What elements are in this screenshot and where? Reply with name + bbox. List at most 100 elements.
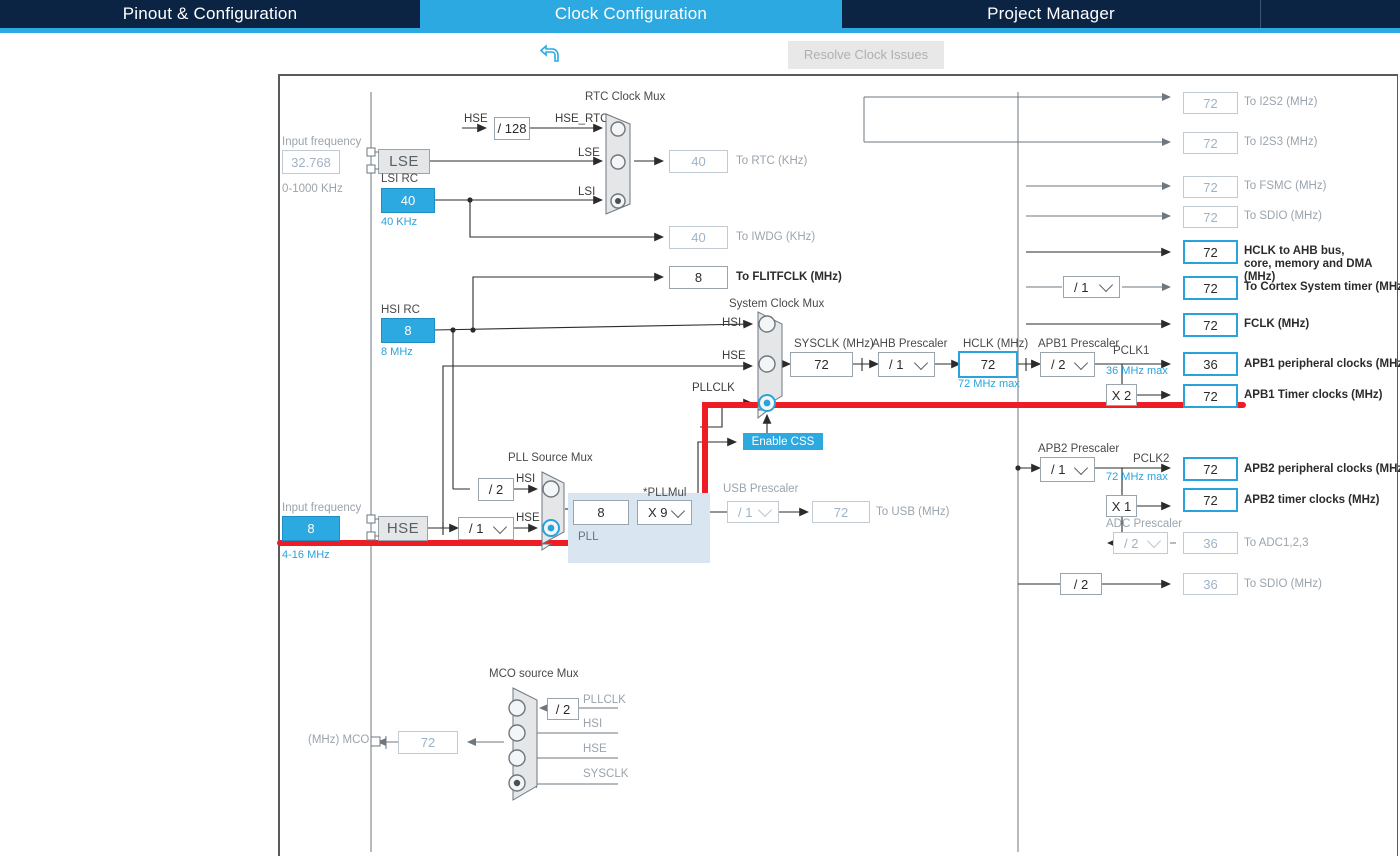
- ahb-prescaler-label: AHB Prescaler: [872, 338, 948, 350]
- hse-rtc-divider: / 128: [494, 117, 530, 140]
- pll-mux-hsi-label: HSI: [516, 473, 536, 485]
- to-usb-label: To USB (MHz): [876, 506, 950, 518]
- tab-bar-filler: [1260, 0, 1400, 28]
- sysclk-mux-pllclk-label: PLLCLK: [692, 382, 735, 394]
- lsi-rc-title: LSI RC: [381, 173, 419, 185]
- apb2-prescaler-value: / 1: [1051, 462, 1066, 477]
- tab-project-manager[interactable]: Project Manager: [842, 0, 1260, 28]
- apb1-timer-clocks-value: 72: [1183, 384, 1238, 408]
- apb1-prescaler-value: / 2: [1051, 357, 1066, 372]
- chevron-down-icon: [757, 502, 773, 518]
- rtc-clock-mux-title: RTC Clock Mux: [585, 91, 666, 103]
- apb2-peripheral-clocks-label: APB2 peripheral clocks (MHz): [1244, 463, 1400, 475]
- tab-clock-configuration[interactable]: Clock Configuration: [420, 0, 842, 28]
- hsi-rc-title: HSI RC: [381, 304, 420, 316]
- apb1-prescaler-select[interactable]: / 2: [1040, 352, 1095, 377]
- usb-prescaler-value: / 1: [738, 504, 753, 520]
- chevron-down-icon: [1098, 277, 1114, 293]
- undo-icon[interactable]: [539, 44, 563, 66]
- pll-input-value: 8: [573, 500, 629, 525]
- to-flitfclk-label: To FLITFCLK (MHz): [736, 271, 842, 283]
- cortex-prescaler-select[interactable]: / 1: [1063, 276, 1120, 298]
- ahb-prescaler-select[interactable]: / 1: [878, 352, 935, 377]
- chevron-down-icon: [1073, 355, 1089, 370]
- adc-prescaler-select[interactable]: / 2: [1113, 532, 1168, 554]
- apb2-timer-multiplier: X 1: [1106, 495, 1137, 517]
- pllmul-select[interactable]: X 9: [637, 500, 692, 525]
- rtc-mux-hse-label: HSE: [464, 113, 488, 125]
- apb1-timer-multiplier: X 2: [1106, 384, 1137, 406]
- hse-pin-connectors: [366, 514, 379, 541]
- mco-source-mux[interactable]: [503, 686, 539, 802]
- rtc-mux-lsi-label: LSI: [578, 186, 596, 198]
- lsi-rc-value[interactable]: 40: [381, 188, 435, 213]
- fclk-label: FCLK (MHz): [1244, 318, 1310, 330]
- chevron-down-icon: [913, 355, 929, 370]
- apb2-prescaler-label: APB2 Prescaler: [1038, 443, 1120, 455]
- hse-rtc-signal-label: HSE_RTC: [555, 113, 609, 125]
- ahb-prescaler-value: / 1: [889, 357, 904, 372]
- mco-pin-connector: [370, 736, 381, 747]
- adc-prescaler-value: / 2: [1124, 535, 1139, 551]
- pclk1-label: PCLK1: [1113, 345, 1150, 357]
- to-adc-label: To ADC1,2,3: [1244, 537, 1309, 549]
- fclk-value: 72: [1183, 313, 1238, 337]
- to-iwdg-value: 40: [669, 226, 728, 249]
- sysclk-label: SYSCLK (MHz): [794, 338, 874, 350]
- enable-css-button[interactable]: Enable CSS: [743, 433, 823, 450]
- pll-hsi-divider: / 2: [478, 478, 514, 501]
- rtc-clock-mux[interactable]: [604, 112, 640, 216]
- to-sdio-label: To SDIO (MHz): [1244, 578, 1322, 590]
- hclk-ahb-bus-value: 72: [1183, 240, 1238, 264]
- system-clock-mux[interactable]: [754, 310, 794, 420]
- sysclk-mux-hse-label: HSE: [722, 350, 746, 362]
- tab-pinout-configuration[interactable]: Pinout & Configuration: [0, 0, 420, 28]
- pll-panel-label: PLL: [578, 531, 599, 543]
- hse-input-frequency-field[interactable]: 8: [282, 516, 340, 541]
- to-iwdg-label: To IWDG (KHz): [736, 231, 816, 243]
- lsi-rc-unit: 40 KHz: [381, 216, 418, 228]
- hse-oscillator-block[interactable]: HSE: [378, 516, 428, 541]
- to-sdio-value: 36: [1183, 573, 1238, 595]
- usb-prescaler-label: USB Prescaler: [723, 483, 799, 495]
- to-rtc-label: To RTC (KHz): [736, 155, 808, 167]
- apb2-prescaler-select[interactable]: / 1: [1040, 457, 1095, 482]
- hse-input-frequency-label: Input frequency: [282, 502, 362, 514]
- pll-source-mux[interactable]: [538, 470, 572, 552]
- pll-mux-hse-label: HSE: [516, 512, 540, 524]
- lse-range-label: 0-1000 KHz: [282, 183, 343, 195]
- lse-pin-connectors: [366, 147, 379, 174]
- mco-mux-hsi-label: HSI: [583, 718, 603, 730]
- hse-divider-value: / 1: [469, 521, 484, 536]
- hclk-ahb-bus-label: HCLK to AHB bus, core, memory and DMA (M…: [1244, 245, 1373, 283]
- lse-oscillator-block[interactable]: LSE: [378, 149, 430, 174]
- to-i2s3-value: 72: [1183, 132, 1238, 154]
- apb1-timer-clocks-label: APB1 Timer clocks (MHz): [1244, 389, 1383, 401]
- to-sdio-ahb-label: To SDIO (MHz): [1244, 210, 1322, 222]
- adc-prescaler-label: ADC Prescaler: [1106, 518, 1183, 530]
- mco-value: 72: [398, 731, 458, 754]
- hsi-rc-unit: 8 MHz: [381, 346, 413, 358]
- resolve-clock-issues-button[interactable]: Resolve Clock Issues: [788, 41, 944, 69]
- to-i2s3-label: To I2S3 (MHz): [1244, 136, 1318, 148]
- mco-mux-hse-label: HSE: [583, 743, 607, 755]
- chevron-down-icon: [670, 503, 686, 518]
- hse-divider-select[interactable]: / 1: [458, 517, 514, 540]
- usb-prescaler-select[interactable]: / 1: [727, 501, 779, 523]
- to-adc-value: 36: [1183, 532, 1238, 554]
- apb2-peripheral-clocks-value: 72: [1183, 457, 1238, 481]
- pllmul-value: X 9: [648, 505, 668, 520]
- hsi-rc-value[interactable]: 8: [381, 318, 435, 343]
- main-tab-bar: Pinout & Configuration Clock Configurati…: [0, 0, 1400, 28]
- pllmul-label: *PLLMul: [643, 487, 687, 499]
- to-i2s2-value: 72: [1183, 92, 1238, 114]
- lse-input-frequency-label: Input frequency: [282, 136, 362, 148]
- cortex-prescaler-value: / 1: [1074, 279, 1089, 295]
- system-clock-mux-title: System Clock Mux: [729, 298, 825, 310]
- lse-input-frequency-field[interactable]: 32.768: [282, 150, 340, 174]
- sysclk-value: 72: [790, 352, 853, 377]
- apb2-max-label: 72 MHz max: [1106, 471, 1168, 483]
- pll-source-mux-title: PLL Source Mux: [508, 452, 593, 464]
- to-cortex-timer-label: To Cortex System timer (MHz): [1244, 281, 1400, 293]
- hclk-label: HCLK (MHz): [963, 338, 1029, 350]
